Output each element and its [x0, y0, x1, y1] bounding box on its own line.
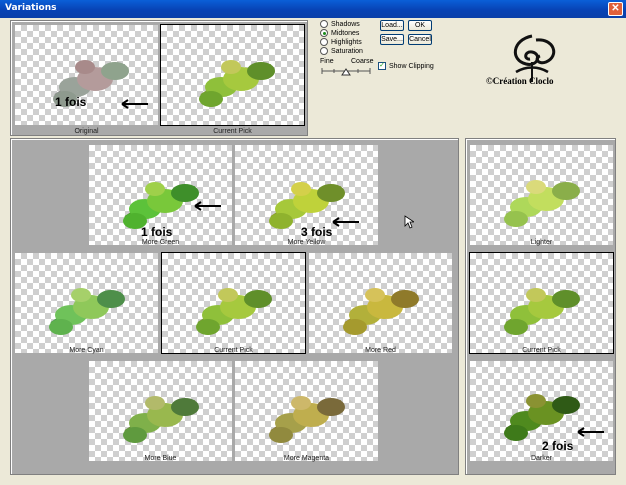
caption-darker: Darker: [530, 455, 552, 462]
thumb-current-pick-brightness[interactable]: Current Pick: [469, 252, 614, 354]
thumb-more-red[interactable]: More Red: [309, 253, 452, 354]
annotation-text: 1 fois: [141, 225, 173, 239]
radio-label: Saturation: [331, 47, 363, 55]
leaf-image-original: [53, 60, 129, 107]
radio-saturation[interactable]: Saturation: [320, 47, 363, 55]
thumb-more-yellow[interactable]: 3 fois More Yellow: [235, 145, 378, 246]
close-icon[interactable]: ✕: [608, 2, 623, 16]
load-button[interactable]: Load...: [380, 20, 404, 31]
leaf-image: [269, 396, 345, 443]
radio-label: Shadows: [331, 20, 360, 28]
window-title: Variations: [5, 3, 57, 13]
caption-current-pick: Current Pick: [522, 347, 561, 354]
caption-more-green: More Green: [141, 239, 180, 246]
slider-coarse-label: Coarse: [351, 58, 374, 65]
leaf-image-current: [199, 60, 275, 107]
cancel-button[interactable]: Cancel: [408, 34, 432, 45]
thumb-original: 1 fois Original: [15, 25, 158, 135]
thumb-lighter[interactable]: Lighter: [470, 145, 613, 246]
radio-dot: [320, 20, 328, 28]
check-icon: ✓: [378, 62, 386, 70]
radio-midtones[interactable]: Midtones: [320, 29, 359, 37]
brightness-group: Lighter Current Pick 2 fois Darker: [465, 138, 616, 475]
caption-original: Original: [74, 128, 99, 135]
caption-lighter: Lighter: [530, 239, 553, 246]
arrow-left-icon: [194, 201, 221, 211]
thumb-more-magenta[interactable]: More Magenta: [235, 361, 378, 462]
leaf-image: [343, 288, 419, 335]
hue-grid-group: 1 fois More Green 3 fois More Yellow Mor…: [10, 138, 459, 475]
logo-text: ©Création Cloclo: [486, 76, 554, 86]
fine-coarse-slider[interactable]: [320, 65, 372, 77]
leaf-image: [49, 288, 125, 335]
mouse-cursor-icon: [404, 215, 414, 229]
save-button[interactable]: Save...: [380, 34, 404, 45]
show-clipping-checkbox[interactable]: ✓ Show Clipping: [378, 62, 434, 70]
radio-dot: [320, 47, 328, 55]
radio-label: Highlights: [331, 38, 362, 46]
annotation-text: 1 fois: [55, 95, 87, 109]
variations-window: Variations ✕ 1 fois Original Current Pic…: [0, 0, 626, 485]
arrow-left-icon: [332, 217, 359, 227]
caption-current-pick: Current Pick: [213, 128, 252, 135]
thumb-current-pick-top: Current Pick: [160, 24, 305, 135]
arrow-left-icon: [121, 99, 148, 109]
caption-more-yellow: More Yellow: [287, 239, 326, 246]
preview-group: 1 fois Original Current Pick: [10, 20, 308, 136]
annotation-text: 2 fois: [542, 439, 574, 453]
thumb-more-green[interactable]: 1 fois More Green: [89, 145, 232, 246]
show-clipping-label: Show Clipping: [389, 62, 434, 70]
leaf-image: [123, 396, 199, 443]
dialog-client: 1 fois Original Current Pick Shadows Mid…: [2, 18, 624, 483]
arrow-left-icon: [577, 427, 604, 437]
slider-fine-label: Fine: [320, 58, 334, 65]
thumb-more-cyan[interactable]: More Cyan: [15, 253, 158, 354]
thumb-current-pick-grid[interactable]: Current Pick: [161, 252, 306, 354]
annotation-text: 3 fois: [301, 225, 333, 239]
thumb-darker[interactable]: 2 fois Darker: [470, 361, 613, 462]
ok-button[interactable]: OK: [408, 20, 432, 31]
caption-more-cyan: More Cyan: [69, 347, 104, 354]
caption-more-red: More Red: [365, 347, 396, 354]
radio-shadows[interactable]: Shadows: [320, 20, 360, 28]
caption-current-pick: Current Pick: [214, 347, 253, 354]
radio-highlights[interactable]: Highlights: [320, 38, 362, 46]
leaf-image: [196, 288, 272, 335]
leaf-image: [504, 288, 580, 335]
radio-dot: [320, 29, 328, 37]
leaf-image: [504, 180, 580, 227]
caption-more-magenta: More Magenta: [283, 455, 330, 462]
thumb-more-blue[interactable]: More Blue: [89, 361, 232, 462]
title-bar: Variations ✕: [0, 0, 626, 18]
radio-dot: [320, 38, 328, 46]
radio-label: Midtones: [331, 29, 360, 37]
caption-more-blue: More Blue: [144, 455, 177, 462]
